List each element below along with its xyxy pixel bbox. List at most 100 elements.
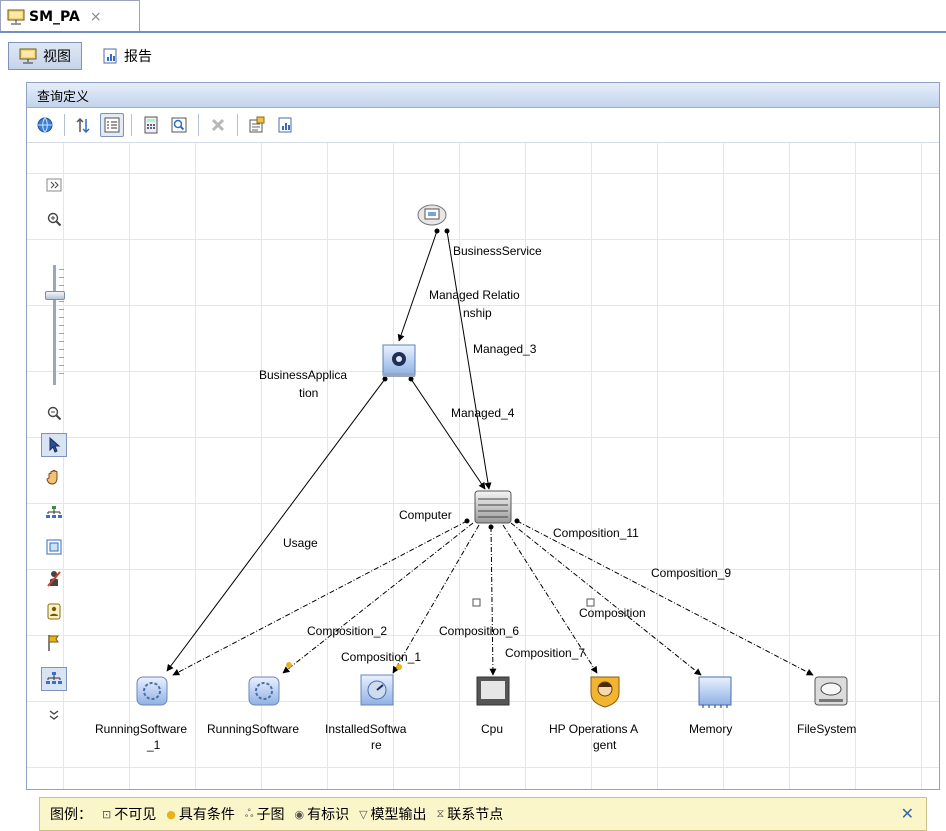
node-label: Memory [689, 722, 732, 736]
edge-label: Composition_2 [307, 624, 387, 638]
node-label: RunningSoftware [95, 722, 187, 736]
node-business-application[interactable]: BusinessApplica tion [259, 344, 416, 400]
legend-item-contact-node: ⧖ 联系节点 [437, 804, 504, 824]
legend-item-identified: ◉ 有标识 [294, 804, 349, 824]
legend-item-label: 子图 [256, 807, 285, 823]
toolbar-separator [64, 114, 65, 136]
business-application-icon [382, 344, 416, 377]
memory-icon [698, 676, 732, 708]
delete-icon[interactable] [206, 113, 230, 137]
invisible-marker-icon [472, 598, 481, 607]
edge-end-dot [382, 376, 388, 382]
query-definition-panel: 查询定义 Managed Relatio nship Managed_3 Man… [26, 82, 940, 831]
business-service-icon [417, 204, 447, 226]
model-output-icon: ▽ [359, 807, 368, 821]
running-software-icon [136, 676, 168, 706]
running-software-icon [248, 676, 280, 706]
document-tab-title: SM_PA [29, 8, 80, 25]
view-icon [19, 48, 37, 64]
invisible-icon: ⊡ [102, 807, 112, 821]
edge-label: Composition_9 [651, 566, 731, 580]
node-running-software-1[interactable]: RunningSoftware _1 [95, 676, 187, 752]
hp-agent-icon [590, 676, 620, 708]
edge-label: Managed Relatio [429, 288, 520, 302]
condition-marker-icon [286, 662, 292, 668]
legend-item-has-condition: ● 具有条件 [166, 804, 235, 824]
node-filesystem[interactable]: FileSystem [797, 676, 856, 736]
computer-icon [474, 490, 512, 524]
report-icon[interactable] [273, 113, 297, 137]
invisible-marker-icon [586, 598, 595, 607]
edge-label: Usage [283, 536, 318, 550]
properties-icon[interactable] [245, 113, 269, 137]
calculator-icon[interactable] [139, 113, 163, 137]
globe-icon[interactable] [33, 113, 57, 137]
tab-report-label: 报告 [124, 49, 152, 65]
cpu-icon [476, 676, 510, 706]
view-icon [7, 9, 25, 24]
edge-end-dot [488, 524, 494, 530]
node-label: InstalledSoftwa [325, 722, 407, 736]
document-tab[interactable]: SM_PA × [0, 0, 140, 32]
node-computer[interactable]: Computer [399, 490, 512, 524]
edge-end-dot [408, 376, 414, 382]
list-view-icon[interactable] [100, 113, 124, 137]
hierarchy-icon[interactable] [72, 113, 96, 137]
condition-marker-icon [396, 664, 402, 670]
tab-view-label: 视图 [43, 49, 71, 65]
subgraph-icon: ஃ [244, 806, 254, 820]
contact-node-icon: ⧖ [436, 807, 445, 820]
search-icon[interactable] [167, 113, 191, 137]
legend-item-label: 有标识 [307, 807, 350, 823]
edge-end-dot [464, 518, 470, 524]
tab-report[interactable]: 报告 [92, 42, 162, 70]
node-memory[interactable]: Memory [689, 676, 732, 736]
panel-title: 查询定义 [27, 83, 939, 108]
node-label: tion [299, 386, 318, 400]
query-canvas[interactable]: Managed Relatio nship Managed_3 Managed_… [27, 143, 939, 831]
node-label: BusinessApplica [259, 368, 347, 382]
node-installed-software[interactable]: InstalledSoftwa re [325, 674, 407, 752]
tab-divider [0, 31, 946, 33]
edge-label: nship [463, 306, 492, 320]
legend-item-label: 联系节点 [447, 807, 504, 823]
edge-managed-relationship[interactable] [397, 230, 438, 342]
legend-item-invisible: ⊡ 不可见 [102, 804, 156, 824]
edge-label: Composition_7 [505, 646, 585, 660]
installed-software-icon [360, 674, 394, 706]
toolbar-separator [237, 114, 238, 136]
edge-label: Managed_3 [473, 342, 537, 356]
legend-item-subgraph: ஃ 子图 [245, 804, 285, 824]
query-toolbar [27, 108, 939, 143]
edge-label: Composition [579, 606, 646, 620]
edge-end-dot [434, 228, 440, 234]
node-label: RunningSoftware [207, 722, 299, 736]
node-label: BusinessService [453, 244, 542, 258]
node-label: gent [593, 738, 617, 752]
close-legend-icon[interactable]: ✕ [901, 804, 914, 823]
close-tab-icon[interactable]: × [90, 9, 102, 25]
legend-item-label: 不可见 [114, 807, 157, 823]
node-hp-operations-agent[interactable]: HP Operations A gent [549, 676, 638, 752]
node-label: _1 [146, 738, 161, 752]
view-switcher: 视图 报告 [8, 37, 942, 75]
edge-composition[interactable] [172, 520, 468, 676]
legend-item-label: 具有条件 [178, 807, 235, 823]
node-running-software[interactable]: RunningSoftware [207, 676, 299, 736]
edge-composition-6[interactable] [489, 526, 497, 676]
legend-bar: 图例： ⊡ 不可见 ● 具有条件 ஃ 子图 ◉ 有标识 ▽ 模型输出 ⧖ 联系节… [39, 797, 927, 831]
edge-managed-3[interactable] [446, 230, 492, 490]
node-label: Cpu [481, 722, 503, 736]
node-label: HP Operations A [549, 722, 638, 736]
node-cpu[interactable]: Cpu [476, 676, 510, 736]
report-icon [103, 48, 117, 64]
node-label: FileSystem [797, 722, 856, 736]
toolbar-separator [131, 114, 132, 136]
node-label: re [371, 738, 382, 752]
edge-label: Managed_4 [451, 406, 515, 420]
tab-view[interactable]: 视图 [8, 42, 82, 70]
edge-labels: Managed Relatio nship Managed_3 Managed_… [283, 288, 731, 664]
filesystem-icon [814, 676, 848, 706]
edge-end-dot [514, 518, 520, 524]
query-graph: Managed Relatio nship Managed_3 Managed_… [95, 204, 856, 752]
